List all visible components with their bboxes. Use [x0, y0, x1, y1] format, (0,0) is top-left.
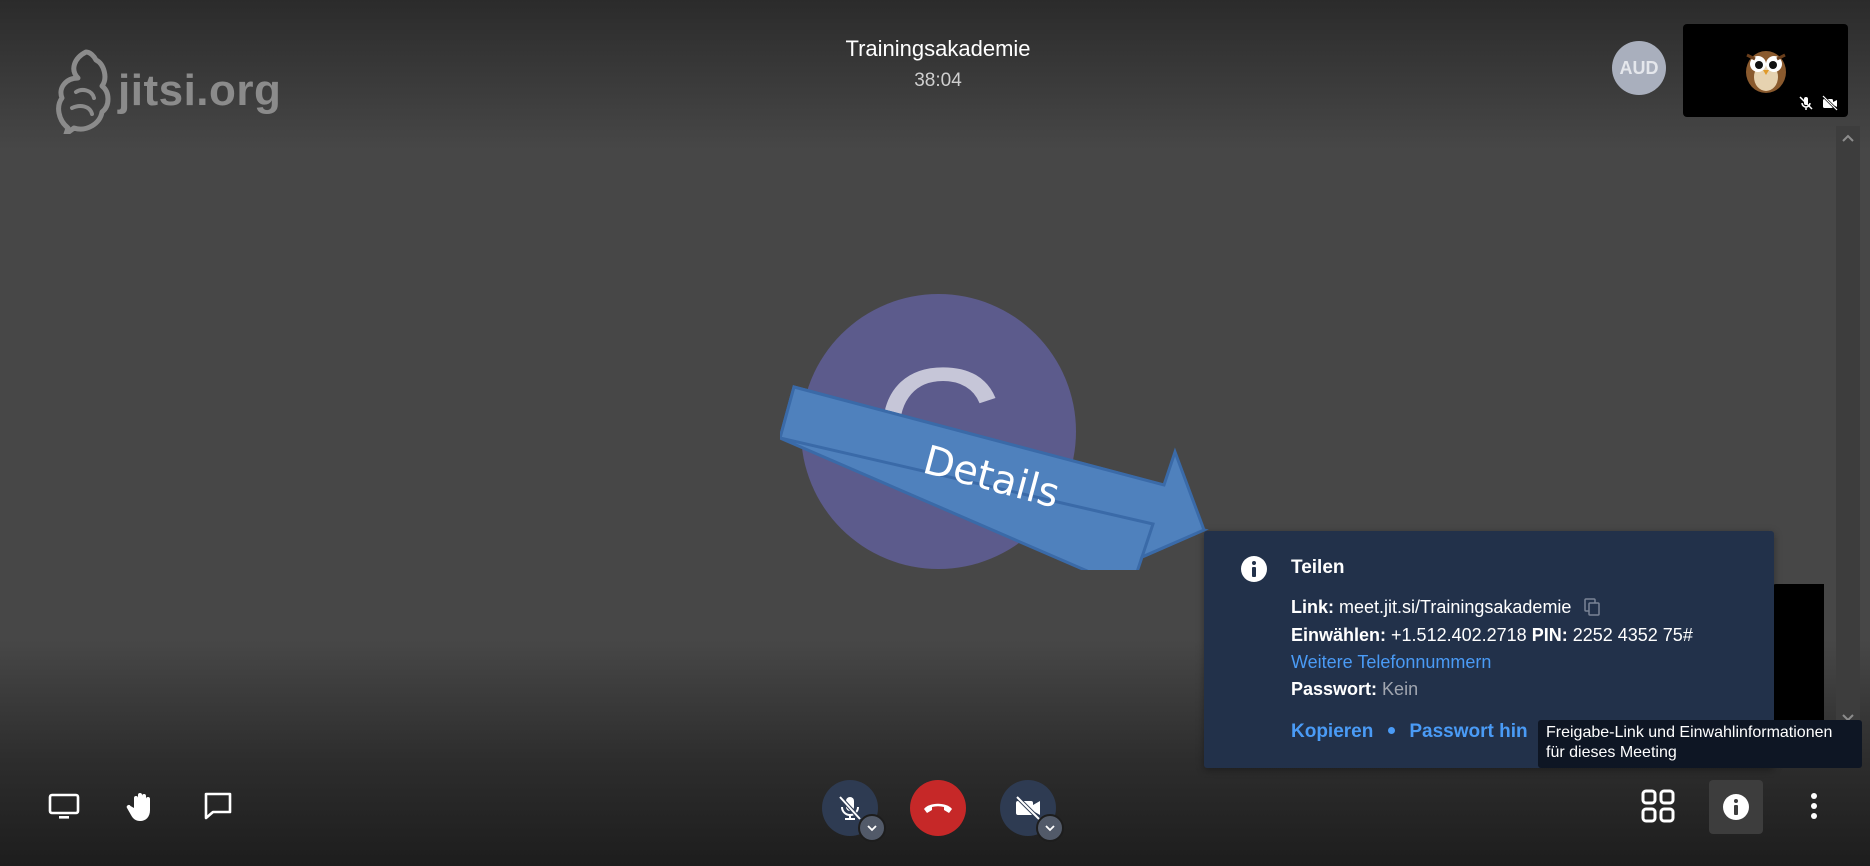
meeting-title: Trainingsakademie — [845, 36, 1031, 61]
muted-mic-icon — [1799, 96, 1813, 110]
participant-thumbnail[interactable] — [1772, 584, 1824, 724]
link-label: Link: — [1291, 597, 1334, 617]
info-tooltip: Freigabe-Link und Einwahlinformationen f… — [1538, 720, 1862, 768]
meeting-link[interactable]: meet.jit.si/Trainingsakademie — [1339, 597, 1571, 617]
meeting-timer: 38:04 — [914, 70, 962, 91]
camera-off-icon — [1822, 95, 1838, 111]
chevron-down-icon — [1045, 825, 1055, 832]
more-options-icon[interactable] — [1796, 788, 1832, 824]
jitsi-logo[interactable]: jitsi.org — [52, 48, 292, 134]
info-icon — [1241, 556, 1267, 582]
jitsi-logo-icon — [56, 49, 111, 134]
password-row: Passwort: Kein — [1291, 679, 1418, 700]
pin-value: 2252 4352 75# — [1572, 625, 1693, 645]
logo-text: jitsi.org — [118, 66, 282, 115]
tooltip-line-1: Freigabe-Link und Einwahlinformationen — [1546, 724, 1833, 741]
microphone-button[interactable] — [822, 780, 886, 842]
dial-number: +1.512.402.2718 — [1391, 625, 1527, 645]
separator-dot — [1388, 727, 1396, 734]
hangup-icon — [924, 803, 952, 813]
password-label: Passwort: — [1291, 679, 1378, 699]
meeting-link-row: Link: meet.jit.si/Trainingsakademie — [1291, 597, 1601, 618]
more-numbers-link[interactable]: Weitere Telefonnummern — [1291, 652, 1491, 673]
camera-button[interactable] — [1000, 780, 1064, 842]
popup-actions: Kopieren Passwort hin — [1291, 721, 1539, 743]
raise-hand-icon[interactable] — [124, 788, 160, 824]
video-settings-chevron[interactable] — [1036, 814, 1064, 842]
info-icon — [1723, 794, 1749, 820]
copy-button[interactable]: Kopieren — [1291, 721, 1373, 742]
add-password-button[interactable]: Passwort hin — [1409, 721, 1527, 742]
details-arrow-annotation: Details — [780, 385, 1209, 570]
audio-settings-chevron[interactable] — [858, 814, 886, 842]
chevron-down-icon — [867, 825, 877, 832]
info-button[interactable] — [1709, 780, 1763, 834]
password-value: Kein — [1382, 679, 1419, 699]
participant-avatar[interactable]: AUD — [1612, 41, 1666, 95]
self-view-thumbnail[interactable] — [1683, 24, 1848, 117]
dial-in-row: Einwählen: +1.512.402.2718 PIN: 2252 435… — [1291, 625, 1693, 646]
owl-avatar-icon — [1746, 51, 1786, 93]
conference-stage: jitsi.org Trainingsakademie 38:04 AUD De… — [0, 0, 1870, 866]
popup-title: Teilen — [1291, 557, 1345, 578]
scroll-up-icon[interactable] — [1840, 130, 1856, 146]
tooltip-line-2: für dieses Meeting — [1546, 744, 1677, 761]
desktop-share-icon[interactable] — [46, 788, 82, 824]
copy-icon[interactable] — [1584, 598, 1601, 616]
pin-label: PIN: — [1531, 625, 1568, 645]
tile-view-icon[interactable] — [1640, 788, 1676, 824]
hangup-button[interactable] — [910, 780, 966, 836]
chat-icon[interactable] — [200, 788, 236, 824]
dial-label: Einwählen: — [1291, 625, 1387, 645]
filmstrip-scrollbar[interactable] — [1836, 126, 1860, 726]
